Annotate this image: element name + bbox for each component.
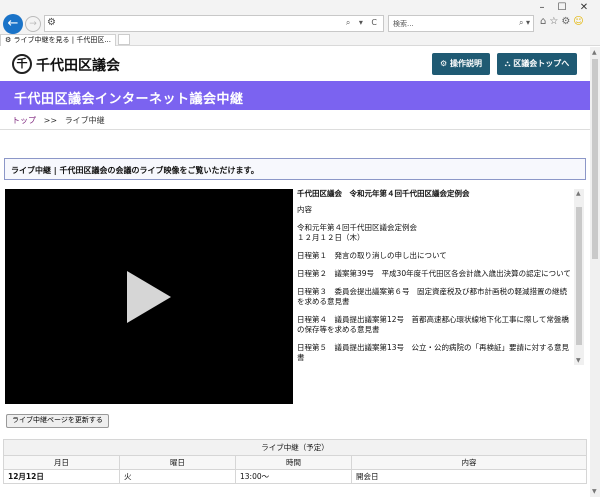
scrollbar-thumb[interactable] <box>592 59 598 259</box>
home-icon[interactable]: ⌂ <box>540 16 549 27</box>
forward-button[interactable]: → <box>25 16 41 32</box>
search-icon[interactable]: ⌕ ▾ <box>519 18 530 28</box>
notice-box: ライブ中継 | 千代田区議会の会議のライブ映像をご覧いただけます。 <box>4 158 586 180</box>
refresh-button[interactable]: ライブ中継ページを更新する <box>6 414 109 428</box>
column-header: 内容 <box>351 455 587 470</box>
toolbar-icons: ⌂☆⚙☺ <box>540 16 587 27</box>
sitemap-icon: ⛬ <box>504 59 511 68</box>
feedback-icon[interactable]: ☺ <box>573 16 586 27</box>
table-row: 12月12日 火 13:00～ 開会日 <box>3 469 587 484</box>
address-controls[interactable]: ⌕ ▾ C <box>346 18 380 28</box>
divider <box>0 129 590 130</box>
council-top-button-label: 区議会トップへ <box>513 59 570 68</box>
maximize-button[interactable]: ☐ <box>554 2 570 14</box>
page-scrollbar[interactable]: ▲ ▼ <box>590 47 600 497</box>
tab-label: ライブ中継を見る | 千代田区... <box>13 36 111 44</box>
column-header: 曜日 <box>119 455 236 470</box>
agenda-item: 日程第４ 議員提出議案第12号 首都高速都心環状線地下化工事に際して常盤橋の保存… <box>297 315 569 334</box>
new-tab-button[interactable] <box>118 34 130 45</box>
breadcrumb: トップ >> ライブ中継 <box>12 115 105 126</box>
settings-icon[interactable]: ⚙ <box>561 16 573 27</box>
column-header: 時間 <box>235 455 352 470</box>
close-button[interactable]: ✕ <box>576 2 592 14</box>
scroll-up-icon[interactable]: ▲ <box>576 190 581 197</box>
agenda-title: 千代田区議会 令和元年第４回千代田区議会定例会 <box>297 189 470 198</box>
tab-icon: ⚙ <box>5 36 12 44</box>
scroll-down-icon[interactable]: ▼ <box>592 488 597 495</box>
minimize-button[interactable]: – <box>534 2 550 14</box>
table-cell: 12月12日 <box>3 469 120 484</box>
back-button[interactable]: ← <box>3 14 23 34</box>
search-input[interactable]: 検索... <box>393 19 414 29</box>
schedule-caption: ライブ中継（予定） <box>3 439 587 456</box>
agenda-item: 日程第３ 委員会提出議案第６号 固定資産税及び都市計画税の軽減措置の継続を求める… <box>297 287 567 306</box>
column-header: 月日 <box>3 455 120 470</box>
help-button-label: 操作説明 <box>449 59 482 68</box>
table-cell: 火 <box>119 469 236 484</box>
scroll-down-icon[interactable]: ▼ <box>576 357 581 364</box>
agenda-item: 日程第５ 議員提出議案第13号 公立・公的病院の「再検証」要請に対する意見書 <box>297 343 570 362</box>
scrollbar-thumb[interactable] <box>576 207 582 345</box>
schedule-table: ライブ中継（予定） 月日 曜日 時間 内容 12月12日 火 13:00～ 開会… <box>3 439 587 484</box>
agenda-item: 内容 <box>297 205 312 214</box>
agenda-item: 令和元年第４回千代田区議会定例会 １２月１２日（木） <box>297 223 417 242</box>
agenda-panel: 千代田区議会 令和元年第４回千代田区議会定例会 内容 令和元年第４回千代田区議会… <box>297 189 573 365</box>
scroll-up-icon[interactable]: ▲ <box>592 49 597 56</box>
agenda-scrollbar[interactable]: ▲ ▼ <box>574 189 584 365</box>
agenda-item: 日程第１ 発言の取り消しの申し出について <box>297 251 447 260</box>
table-cell: 13:00～ <box>235 469 352 484</box>
video-player[interactable] <box>5 189 293 404</box>
agenda-item: 日程第２ 議案第39号 平成30年度千代田区各会計歳入歳出決算の認定について <box>297 269 571 278</box>
browser-tab[interactable]: ⚙ ライブ中継を見る | 千代田区... <box>0 34 116 46</box>
help-button[interactable]: ⚙ 操作説明 <box>432 53 490 75</box>
site-name[interactable]: 千代田区議会 <box>36 55 120 75</box>
page-title: 千代田区議会インターネット議会中継 <box>14 92 244 107</box>
address-bar[interactable]: ⚙ ⌕ ▾ C <box>44 15 384 32</box>
table-cell: 開会日 <box>351 469 587 484</box>
breadcrumb-current: ライブ中継 <box>64 116 105 125</box>
search-box[interactable]: 検索... ⌕ ▾ <box>388 15 534 32</box>
site-logo[interactable]: 千 <box>12 54 32 74</box>
council-top-button[interactable]: ⛬ 区議会トップへ <box>497 53 577 75</box>
notice-text: ライブ中継 | 千代田区議会の会議のライブ映像をご覧いただけます。 <box>11 166 259 175</box>
play-icon[interactable] <box>127 271 171 323</box>
breadcrumb-separator: >> <box>43 116 58 125</box>
page-banner: 千代田区議会インターネット議会中継 <box>0 81 590 110</box>
favorites-icon[interactable]: ☆ <box>549 16 561 27</box>
browser-chrome: – ☐ ✕ ← → ⚙ ⌕ ▾ C 検索... ⌕ ▾ ⌂☆⚙☺ ⚙ ライブ中継… <box>0 0 600 46</box>
site-icon: ⚙ <box>47 17 56 28</box>
gear-icon: ⚙ <box>440 59 448 68</box>
breadcrumb-home[interactable]: トップ <box>12 116 36 125</box>
